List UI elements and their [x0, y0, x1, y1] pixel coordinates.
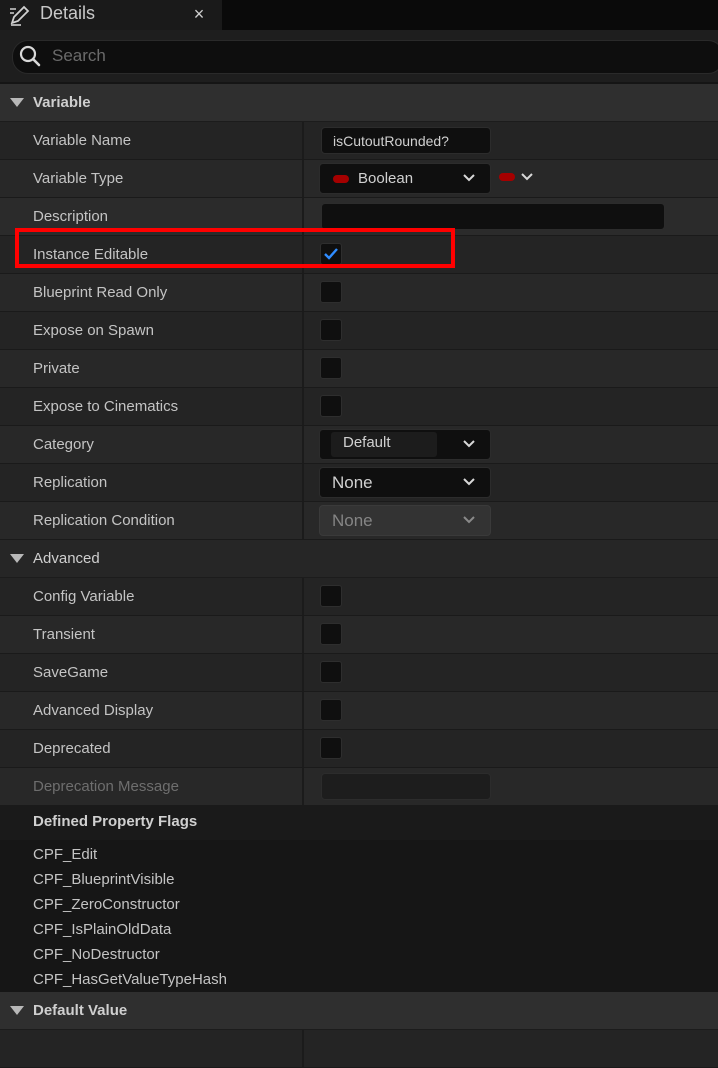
property-label: Blueprint Read Only	[33, 284, 168, 301]
row-config-variable: Config Variable	[0, 578, 718, 616]
property-flags-title: Defined Property Flags	[33, 813, 198, 830]
section-label: Variable	[33, 94, 91, 111]
variable-name-field[interactable]: isCutoutRounded?	[321, 127, 491, 154]
expose-to-cinematics-checkbox[interactable]	[320, 395, 342, 417]
deprecated-checkbox[interactable]	[320, 737, 342, 759]
section-default-value[interactable]: Default Value	[0, 992, 718, 1030]
category-combo[interactable]: Default	[319, 429, 491, 460]
tab-bar: Details ×	[0, 0, 718, 30]
property-label: Deprecation Message	[33, 778, 179, 795]
collapse-caret-icon[interactable]	[10, 1006, 24, 1015]
property-flag-item: CPF_ZeroConstructor	[33, 896, 180, 913]
container-type-dropdown[interactable]	[497, 168, 537, 188]
property-label: SaveGame	[33, 664, 109, 681]
property-label: Replication	[33, 474, 108, 491]
section-label: Advanced	[33, 550, 100, 567]
property-label: Expose to Cinematics	[33, 398, 179, 415]
replication-condition-value: None	[332, 511, 373, 530]
instance-editable-checkbox[interactable]	[320, 243, 342, 265]
chevron-down-icon	[463, 174, 475, 182]
property-label: Replication Condition	[33, 512, 175, 529]
transient-checkbox[interactable]	[320, 623, 342, 645]
property-label: Deprecated	[33, 740, 111, 757]
chevron-down-icon	[521, 173, 533, 181]
property-flag-item: CPF_IsPlainOldData	[33, 921, 172, 938]
section-advanced[interactable]: Advanced	[0, 540, 718, 578]
row-blueprint-read-only: Blueprint Read Only	[0, 274, 718, 312]
category-field[interactable]: Default	[331, 432, 437, 457]
property-label: Advanced Display	[33, 702, 154, 719]
expose-on-spawn-checkbox[interactable]	[320, 319, 342, 341]
row-private: Private	[0, 350, 718, 388]
row-expose-to-cinematics: Expose to Cinematics	[0, 388, 718, 426]
row-variable-name: Variable Name isCutoutRounded?	[0, 122, 718, 160]
search-icon	[18, 44, 42, 68]
row-category: Category Default	[0, 426, 718, 464]
edit-pencil-icon	[8, 3, 32, 27]
property-flags-list: CPF_Edit CPF_BlueprintVisible CPF_ZeroCo…	[0, 840, 718, 992]
replication-condition-dropdown: None	[319, 505, 491, 536]
description-field[interactable]	[321, 203, 665, 230]
row-transient: Transient	[0, 616, 718, 654]
chevron-down-icon	[463, 516, 475, 524]
replication-value: None	[332, 473, 373, 492]
row-default-value	[0, 1030, 718, 1068]
row-instance-editable: Instance Editable	[0, 236, 718, 274]
property-flag-item: CPF_NoDestructor	[33, 946, 160, 963]
config-variable-checkbox[interactable]	[320, 585, 342, 607]
row-replication: Replication None	[0, 464, 718, 502]
replication-dropdown[interactable]: None	[319, 467, 491, 498]
property-label: Description	[33, 208, 109, 225]
advanced-display-checkbox[interactable]	[320, 699, 342, 721]
variable-type-value: Boolean	[358, 170, 414, 187]
property-label: Variable Name	[33, 132, 132, 149]
property-label: Category	[33, 436, 94, 453]
row-replication-condition: Replication Condition None	[0, 502, 718, 540]
variable-type-dropdown[interactable]: Boolean	[319, 163, 491, 194]
row-variable-type: Variable Type Boolean	[0, 160, 718, 198]
section-label: Default Value	[33, 1002, 128, 1019]
boolean-pin-icon	[333, 175, 349, 183]
property-flag-item: CPF_BlueprintVisible	[33, 871, 175, 888]
details-panel: Variable Variable Name isCutoutRounded? …	[0, 84, 718, 1068]
deprecation-message-field	[321, 773, 491, 800]
checkmark-icon	[324, 248, 338, 260]
tab-title: Details	[40, 3, 96, 23]
row-description: Description	[0, 198, 718, 236]
property-flag-item: CPF_HasGetValueTypeHash	[33, 971, 227, 988]
collapse-caret-icon[interactable]	[10, 554, 24, 563]
search-input[interactable]	[52, 42, 652, 70]
property-flags-header: Defined Property Flags	[0, 806, 718, 840]
property-flag-item: CPF_Edit	[33, 846, 98, 863]
row-deprecated: Deprecated	[0, 730, 718, 768]
section-variable[interactable]: Variable	[0, 84, 718, 122]
property-label: Instance Editable	[33, 246, 149, 263]
property-label: Transient	[33, 626, 95, 643]
property-label: Private	[33, 360, 80, 377]
collapse-caret-icon[interactable]	[10, 98, 24, 107]
column-divider[interactable]	[302, 1030, 304, 1067]
private-checkbox[interactable]	[320, 357, 342, 379]
boolean-pin-icon	[499, 173, 515, 181]
property-label: Variable Type	[33, 170, 124, 187]
savegame-checkbox[interactable]	[320, 661, 342, 683]
property-label: Config Variable	[33, 588, 135, 605]
row-savegame: SaveGame	[0, 654, 718, 692]
row-advanced-display: Advanced Display	[0, 692, 718, 730]
chevron-down-icon	[463, 478, 475, 486]
property-label: Expose on Spawn	[33, 322, 154, 339]
row-expose-on-spawn: Expose on Spawn	[0, 312, 718, 350]
blueprint-read-only-checkbox[interactable]	[320, 281, 342, 303]
row-deprecation-message: Deprecation Message	[0, 768, 718, 806]
close-icon[interactable]: ×	[189, 3, 209, 25]
details-tab[interactable]: Details ×	[0, 0, 222, 30]
chevron-down-icon[interactable]	[462, 439, 476, 449]
